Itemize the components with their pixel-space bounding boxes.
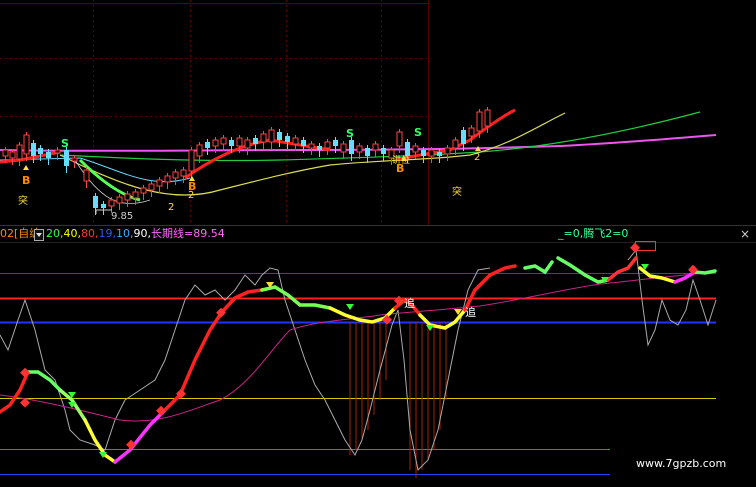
indicator-right-values: _=0,腾飞2=0 bbox=[558, 227, 629, 240]
watermark: www.7gpzb.com bbox=[636, 457, 726, 470]
label-tu-2: 突 bbox=[452, 185, 462, 198]
zhui-label-2: 追 bbox=[465, 305, 476, 319]
stock-chart-window: S S S B B B 突 突 2 2 2 讲位 9.85 追 追 www.7g… bbox=[0, 0, 756, 487]
candle bbox=[188, 149, 195, 172]
candle bbox=[317, 146, 322, 150]
candle bbox=[140, 187, 147, 194]
indicator-header: 02[自编] 20,40,80,19,10,90, 长期线=89.54 _=0,… bbox=[0, 226, 756, 242]
candle bbox=[468, 127, 475, 137]
label-2-a: 2 bbox=[168, 202, 174, 213]
indicator-param-0: 20, bbox=[46, 227, 64, 240]
indicator-param-1: 40, bbox=[63, 227, 82, 240]
candle bbox=[301, 140, 306, 146]
candle bbox=[428, 149, 435, 157]
candle bbox=[452, 139, 459, 149]
candle bbox=[444, 147, 451, 155]
candle bbox=[108, 199, 115, 207]
low-price-label: 9.85 bbox=[111, 211, 133, 222]
candle bbox=[461, 130, 466, 144]
candle bbox=[285, 136, 290, 142]
candle bbox=[132, 191, 139, 199]
indicator-dropdown-button[interactable] bbox=[34, 229, 44, 241]
red-histogram bbox=[349, 322, 447, 478]
indicator-param-3: 19, bbox=[98, 227, 117, 240]
close-indicator-button[interactable]: × bbox=[740, 226, 750, 242]
candle bbox=[172, 171, 179, 179]
candle bbox=[421, 150, 426, 156]
candle bbox=[292, 137, 299, 145]
candle bbox=[405, 142, 410, 156]
candle bbox=[54, 149, 61, 154]
candle bbox=[71, 157, 78, 162]
indicator-markers bbox=[20, 242, 698, 458]
candle bbox=[220, 137, 227, 145]
candle bbox=[38, 148, 43, 154]
long-line-value: 长期线=89.54 bbox=[151, 227, 225, 240]
candle bbox=[101, 204, 106, 208]
candle bbox=[9, 151, 16, 159]
candle bbox=[156, 179, 163, 187]
candle bbox=[64, 150, 69, 166]
signal-s-1: S bbox=[61, 137, 69, 150]
ma-green-line bbox=[59, 111, 701, 162]
candle bbox=[277, 132, 282, 140]
signal-s-3: S bbox=[414, 126, 422, 139]
candle bbox=[356, 145, 363, 153]
label-2-b: 2 bbox=[188, 190, 194, 201]
indicator-param-values: 20,40,80,19,10,90, bbox=[46, 226, 151, 242]
candle bbox=[260, 133, 267, 143]
price-signals: S S S B B B bbox=[22, 126, 422, 193]
candle bbox=[212, 139, 219, 147]
candle bbox=[372, 143, 379, 151]
price-ma-lines bbox=[0, 111, 717, 204]
candle bbox=[205, 142, 210, 148]
main-indicator-line bbox=[0, 256, 717, 464]
candle bbox=[333, 140, 338, 146]
candle bbox=[349, 140, 354, 154]
indicator-param-5: 90, bbox=[133, 227, 152, 240]
candle bbox=[93, 196, 98, 208]
candle bbox=[244, 139, 251, 149]
candle bbox=[180, 169, 187, 177]
candle bbox=[412, 145, 419, 153]
candle bbox=[164, 175, 171, 183]
candle bbox=[437, 152, 442, 156]
candle bbox=[116, 196, 123, 204]
candle bbox=[381, 148, 386, 154]
candle bbox=[365, 148, 370, 156]
signal-s-2: S bbox=[346, 127, 354, 140]
candle bbox=[148, 183, 155, 191]
candle bbox=[196, 144, 203, 157]
candle bbox=[253, 138, 258, 144]
label-tu-1: 突 bbox=[18, 194, 28, 207]
candle bbox=[229, 140, 234, 146]
indicator-param-2: 80, bbox=[81, 227, 99, 240]
candle bbox=[46, 152, 51, 158]
indicator-param-4: 10, bbox=[116, 227, 134, 240]
label-jiangwei: 讲位 bbox=[392, 154, 410, 166]
candle bbox=[236, 137, 243, 147]
candle bbox=[484, 109, 491, 127]
candle bbox=[31, 143, 36, 156]
candle bbox=[476, 111, 483, 132]
candle bbox=[2, 149, 9, 157]
candle bbox=[16, 144, 23, 160]
signal-b-1: B bbox=[22, 174, 30, 187]
zhui-label-1: 追 bbox=[404, 296, 415, 310]
candle bbox=[268, 129, 275, 143]
candle bbox=[83, 169, 90, 182]
chart-canvas: S S S B B B 突 突 2 2 2 讲位 9.85 追 追 www.7g… bbox=[0, 0, 756, 478]
candle bbox=[396, 131, 403, 147]
label-2-c: 2 bbox=[474, 152, 480, 163]
candle bbox=[23, 134, 30, 155]
candle bbox=[308, 143, 315, 149]
candle bbox=[324, 141, 331, 149]
price-labels: 突 突 2 2 2 讲位 9.85 bbox=[18, 152, 480, 222]
candle bbox=[340, 143, 347, 153]
candle bbox=[124, 193, 131, 201]
